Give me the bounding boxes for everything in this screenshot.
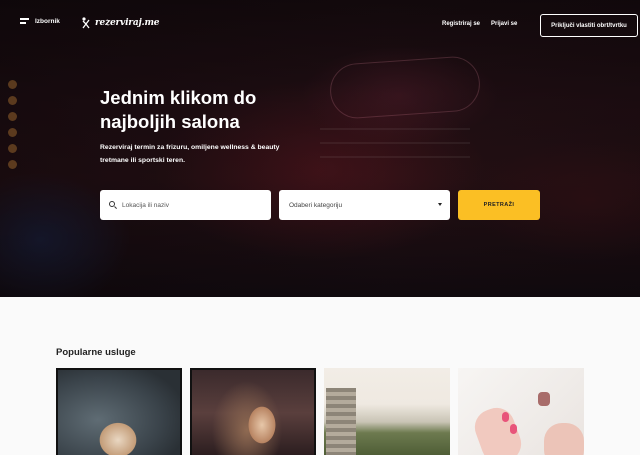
logo-text: rezerviraj.me [95,18,160,28]
chevron-down-icon [438,203,442,206]
shelf-decoration [320,128,470,130]
join-business-button[interactable]: Priključi vlastiti obrt/tvrtku [540,14,638,37]
login-link[interactable]: Prijavi se [491,21,517,27]
hero-title: Jednim klikom do najboljih salona [100,87,257,132]
hero-section: Izbornik rezerviraj.me Registriraj se Pr… [0,0,640,297]
shelf-decoration [320,156,470,158]
logo[interactable]: rezerviraj.me [81,17,160,29]
logo-icon [82,17,90,29]
bokeh-light [8,96,17,105]
hand-image [544,423,584,455]
service-card-outdoor[interactable] [324,368,450,455]
service-card-nails[interactable] [458,368,584,455]
service-card-dog-grooming[interactable] [56,368,182,455]
search-button[interactable]: PRETRAŽI [458,190,540,220]
bokeh-light [8,128,17,137]
neon-sign-decoration [328,54,482,121]
polish-bottle-image [538,392,550,406]
category-select[interactable]: Odaberi kategoriju [279,190,450,220]
shelf-decoration [320,142,470,144]
hero-subtitle: Rezerviraj termin za frizuru, omiljene w… [100,144,280,164]
bokeh-light [8,112,17,121]
top-navigation: Izbornik rezerviraj.me Registriraj se Pr… [0,0,640,50]
search-field[interactable] [100,190,271,220]
service-card-hair[interactable] [190,368,316,455]
bokeh-light [8,144,17,153]
category-select-label: Odaberi kategoriju [289,201,343,209]
bokeh-light [8,80,17,89]
popular-services-title: Popularne usluge [56,347,136,358]
menu-label: Izbornik [35,18,60,25]
nail-image [502,412,509,422]
hamburger-icon [20,18,29,25]
bokeh-light [8,160,17,169]
search-input[interactable] [122,201,262,209]
register-link[interactable]: Registriraj se [442,21,480,27]
search-icon [109,201,117,209]
nail-image [510,424,517,434]
hand-image [469,402,527,455]
menu-button[interactable]: Izbornik [20,18,60,25]
building-image [326,388,356,455]
